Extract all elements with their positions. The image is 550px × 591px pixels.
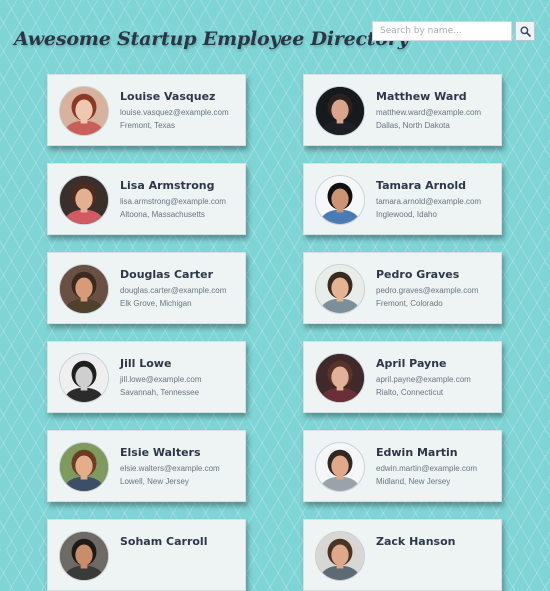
employee-avatar [59, 264, 109, 314]
employee-photo [316, 354, 364, 402]
employee-info: Douglas Carter douglas.carter@example.com… [120, 268, 241, 309]
employee-info: Louise Vasquez louise.vasquez@example.com… [120, 90, 241, 131]
employee-avatar [59, 442, 109, 492]
employee-photo [60, 176, 108, 224]
magnifier-icon [520, 26, 531, 37]
employee-location: Savannah, Tennessee [120, 388, 200, 397]
employee-email: louise.vasquez@example.com [120, 108, 229, 117]
employee-avatar [59, 175, 109, 225]
employee-card[interactable]: Jill Lowe jill.lowe@example.com Savannah, … [47, 341, 246, 413]
employee-email: jill.lowe@example.com [120, 375, 202, 384]
employee-location: Lowell, New Jersey [120, 477, 189, 486]
employee-avatar [315, 442, 365, 492]
employee-card[interactable]: Douglas Carter douglas.carter@example.com… [47, 252, 246, 324]
employee-name: Douglas Carter [120, 268, 214, 281]
employee-email: edwin.martin@example.com [376, 464, 478, 473]
employee-card[interactable]: Louise Vasquez louise.vasquez@example.com… [47, 74, 246, 146]
employee-avatar [59, 86, 109, 136]
employee-email: lisa.armstrong@example.com [120, 197, 226, 206]
employee-info: Tamara Arnold tamara.arnold@example.com In… [376, 179, 497, 220]
employee-avatar [315, 86, 365, 136]
employee-name: Edwin Martin [376, 446, 458, 459]
employee-location: Altoona, Massachusetts [120, 210, 205, 219]
employee-name: Lisa Armstrong [120, 179, 215, 192]
employee-name: April Payne [376, 357, 447, 370]
page-title: Awesome Startup Employee Directory [14, 28, 409, 50]
employee-name: Zack Hanson [376, 535, 456, 548]
page-header: Awesome Startup Employee Directory [0, 0, 550, 62]
employee-email: elsie.walters@example.com [120, 464, 220, 473]
employee-card[interactable]: Pedro Graves pedro.graves@example.com Frem… [303, 252, 502, 324]
employee-photo [316, 532, 364, 580]
employee-info: Lisa Armstrong lisa.armstrong@example.com… [120, 179, 241, 220]
employee-info: Matthew Ward matthew.ward@example.com Dall… [376, 90, 497, 131]
employee-email: douglas.carter@example.com [120, 286, 227, 295]
search-button[interactable] [515, 21, 535, 41]
employee-name: Pedro Graves [376, 268, 460, 281]
employee-email: april.payne@example.com [376, 375, 471, 384]
employee-info: Zack Hanson [376, 535, 497, 553]
employee-photo [60, 354, 108, 402]
employee-card[interactable]: Soham Carroll [47, 519, 246, 591]
employee-location: Dallas, North Dakota [376, 121, 450, 130]
employee-name: Jill Lowe [120, 357, 172, 370]
employee-info: Edwin Martin edwin.martin@example.com Midl… [376, 446, 497, 487]
employee-location: Rialto, Connecticut [376, 388, 444, 397]
employee-photo [60, 265, 108, 313]
employee-location: Elk Grove, Michigan [120, 299, 192, 308]
employee-photo [60, 87, 108, 135]
employee-email: tamara.arnold@example.com [376, 197, 482, 206]
employee-info: Elsie Walters elsie.walters@example.com Lo… [120, 446, 241, 487]
employee-info: Jill Lowe jill.lowe@example.com Savannah, … [120, 357, 241, 398]
employee-card[interactable]: Edwin Martin edwin.martin@example.com Midl… [303, 430, 502, 502]
employee-avatar [315, 175, 365, 225]
employee-avatar [59, 531, 109, 581]
employee-card[interactable]: Matthew Ward matthew.ward@example.com Dall… [303, 74, 502, 146]
employee-photo [60, 443, 108, 491]
employee-name: Tamara Arnold [376, 179, 467, 192]
employee-email: matthew.ward@example.com [376, 108, 482, 117]
search-input[interactable] [372, 21, 512, 41]
employee-name: Elsie Walters [120, 446, 201, 459]
employee-avatar [315, 264, 365, 314]
employee-directory: Louise Vasquez louise.vasquez@example.com… [47, 74, 502, 591]
employee-photo [316, 176, 364, 224]
employee-email: pedro.graves@example.com [376, 286, 479, 295]
employee-photo [316, 87, 364, 135]
employee-card[interactable]: Lisa Armstrong lisa.armstrong@example.com… [47, 163, 246, 235]
employee-avatar [315, 353, 365, 403]
employee-avatar [59, 353, 109, 403]
employee-location: Inglewood, Idaho [376, 210, 437, 219]
employee-card[interactable]: Elsie Walters elsie.walters@example.com Lo… [47, 430, 246, 502]
employee-card[interactable]: Tamara Arnold tamara.arnold@example.com In… [303, 163, 502, 235]
employee-photo [60, 532, 108, 580]
employee-info: April Payne april.payne@example.com Rialto… [376, 357, 497, 398]
employee-info: Soham Carroll [120, 535, 241, 553]
employee-name: Matthew Ward [376, 90, 467, 103]
employee-avatar [315, 531, 365, 581]
employee-location: Midland, New Jersey [376, 477, 451, 486]
employee-location: Fremont, Colorado [376, 299, 443, 308]
employee-location: Fremont, Texas [120, 121, 175, 130]
employee-card[interactable]: April Payne april.payne@example.com Rialto… [303, 341, 502, 413]
employee-info: Pedro Graves pedro.graves@example.com Frem… [376, 268, 497, 309]
employee-card[interactable]: Zack Hanson [303, 519, 502, 591]
employee-photo [316, 265, 364, 313]
search-form [372, 21, 535, 41]
employee-name: Louise Vasquez [120, 90, 216, 103]
employee-photo [316, 443, 364, 491]
employee-name: Soham Carroll [120, 535, 208, 548]
